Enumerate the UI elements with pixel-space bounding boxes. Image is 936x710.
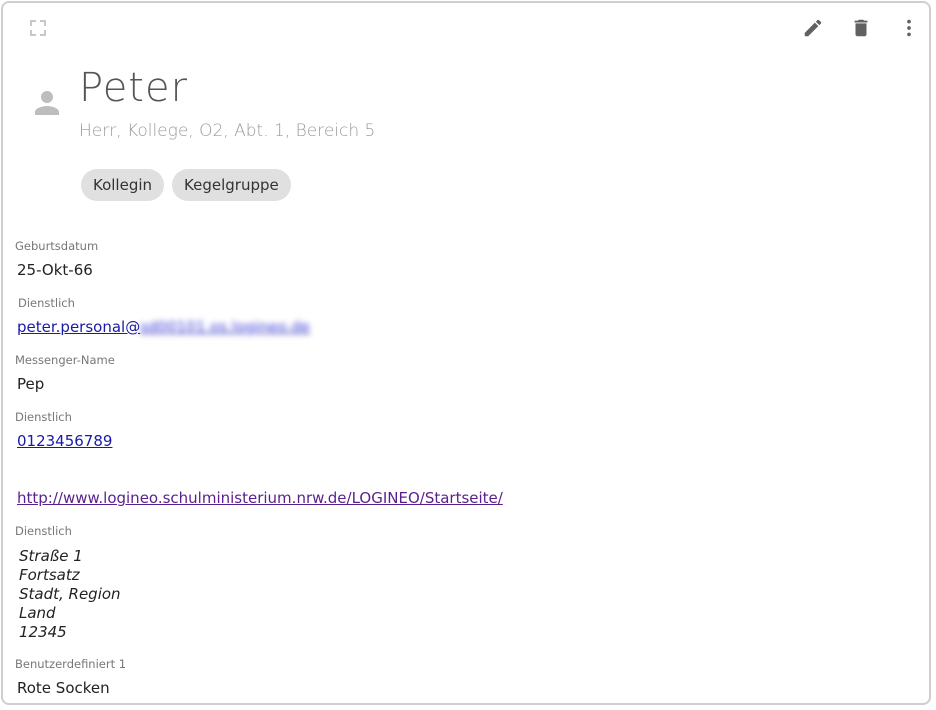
contact-subtitle: Herr, Kollege, O2, Abt. 1, Bereich 5 [79, 121, 376, 141]
trash-icon [854, 19, 868, 37]
contact-name: Peter [79, 65, 189, 111]
email-label: Dienstlich [18, 296, 75, 310]
edit-button[interactable] [800, 15, 826, 41]
website-value: http://www.logineo.schulministerium.nrw.… [17, 489, 503, 507]
phone-link[interactable]: 0123456789 [17, 432, 112, 450]
tag-chip[interactable]: Kollegin [81, 169, 165, 201]
address-block: Straße 1 Fortsatz Stadt, Region Land 123… [19, 547, 121, 642]
person-icon [29, 85, 65, 121]
delete-button[interactable] [848, 15, 874, 41]
address-line: Land [19, 604, 56, 622]
email-value: peter.personal@sd00101.os.logineo.de [17, 318, 310, 336]
phone-label: Dienstlich [15, 410, 72, 424]
address-label: Dienstlich [15, 524, 72, 538]
custom-field-value: Rote Socken [17, 679, 110, 697]
contact-card: Peter Herr, Kollege, O2, Abt. 1, Bereich… [1, 1, 931, 705]
phone-value: 0123456789 [17, 432, 112, 450]
messenger-value: Pep [17, 375, 45, 393]
website-link[interactable]: http://www.logineo.schulministerium.nrw.… [17, 489, 503, 507]
messenger-label: Messenger-Name [15, 353, 115, 367]
address-line: 12345 [19, 623, 67, 641]
more-options-button[interactable] [896, 15, 922, 41]
birthday-value: 25-Okt-66 [17, 261, 93, 279]
custom-field-label: Benutzerdefiniert 1 [15, 657, 127, 671]
email-local-part: peter.personal@ [17, 318, 141, 336]
more-vert-icon [907, 19, 911, 37]
tag-list: Kollegin Kegelgruppe [81, 169, 291, 201]
email-domain-blurred: sd00101.os.logineo.de [140, 318, 310, 336]
address-line: Stadt, Region [19, 585, 121, 603]
birthday-label: Geburtsdatum [15, 239, 99, 253]
email-link[interactable]: peter.personal@sd00101.os.logineo.de [17, 318, 310, 336]
tag-chip[interactable]: Kegelgruppe [172, 169, 291, 201]
fullscreen-icon[interactable] [27, 17, 49, 39]
address-line: Fortsatz [19, 566, 80, 584]
pencil-icon [804, 19, 822, 37]
address-line: Straße 1 [19, 547, 83, 565]
